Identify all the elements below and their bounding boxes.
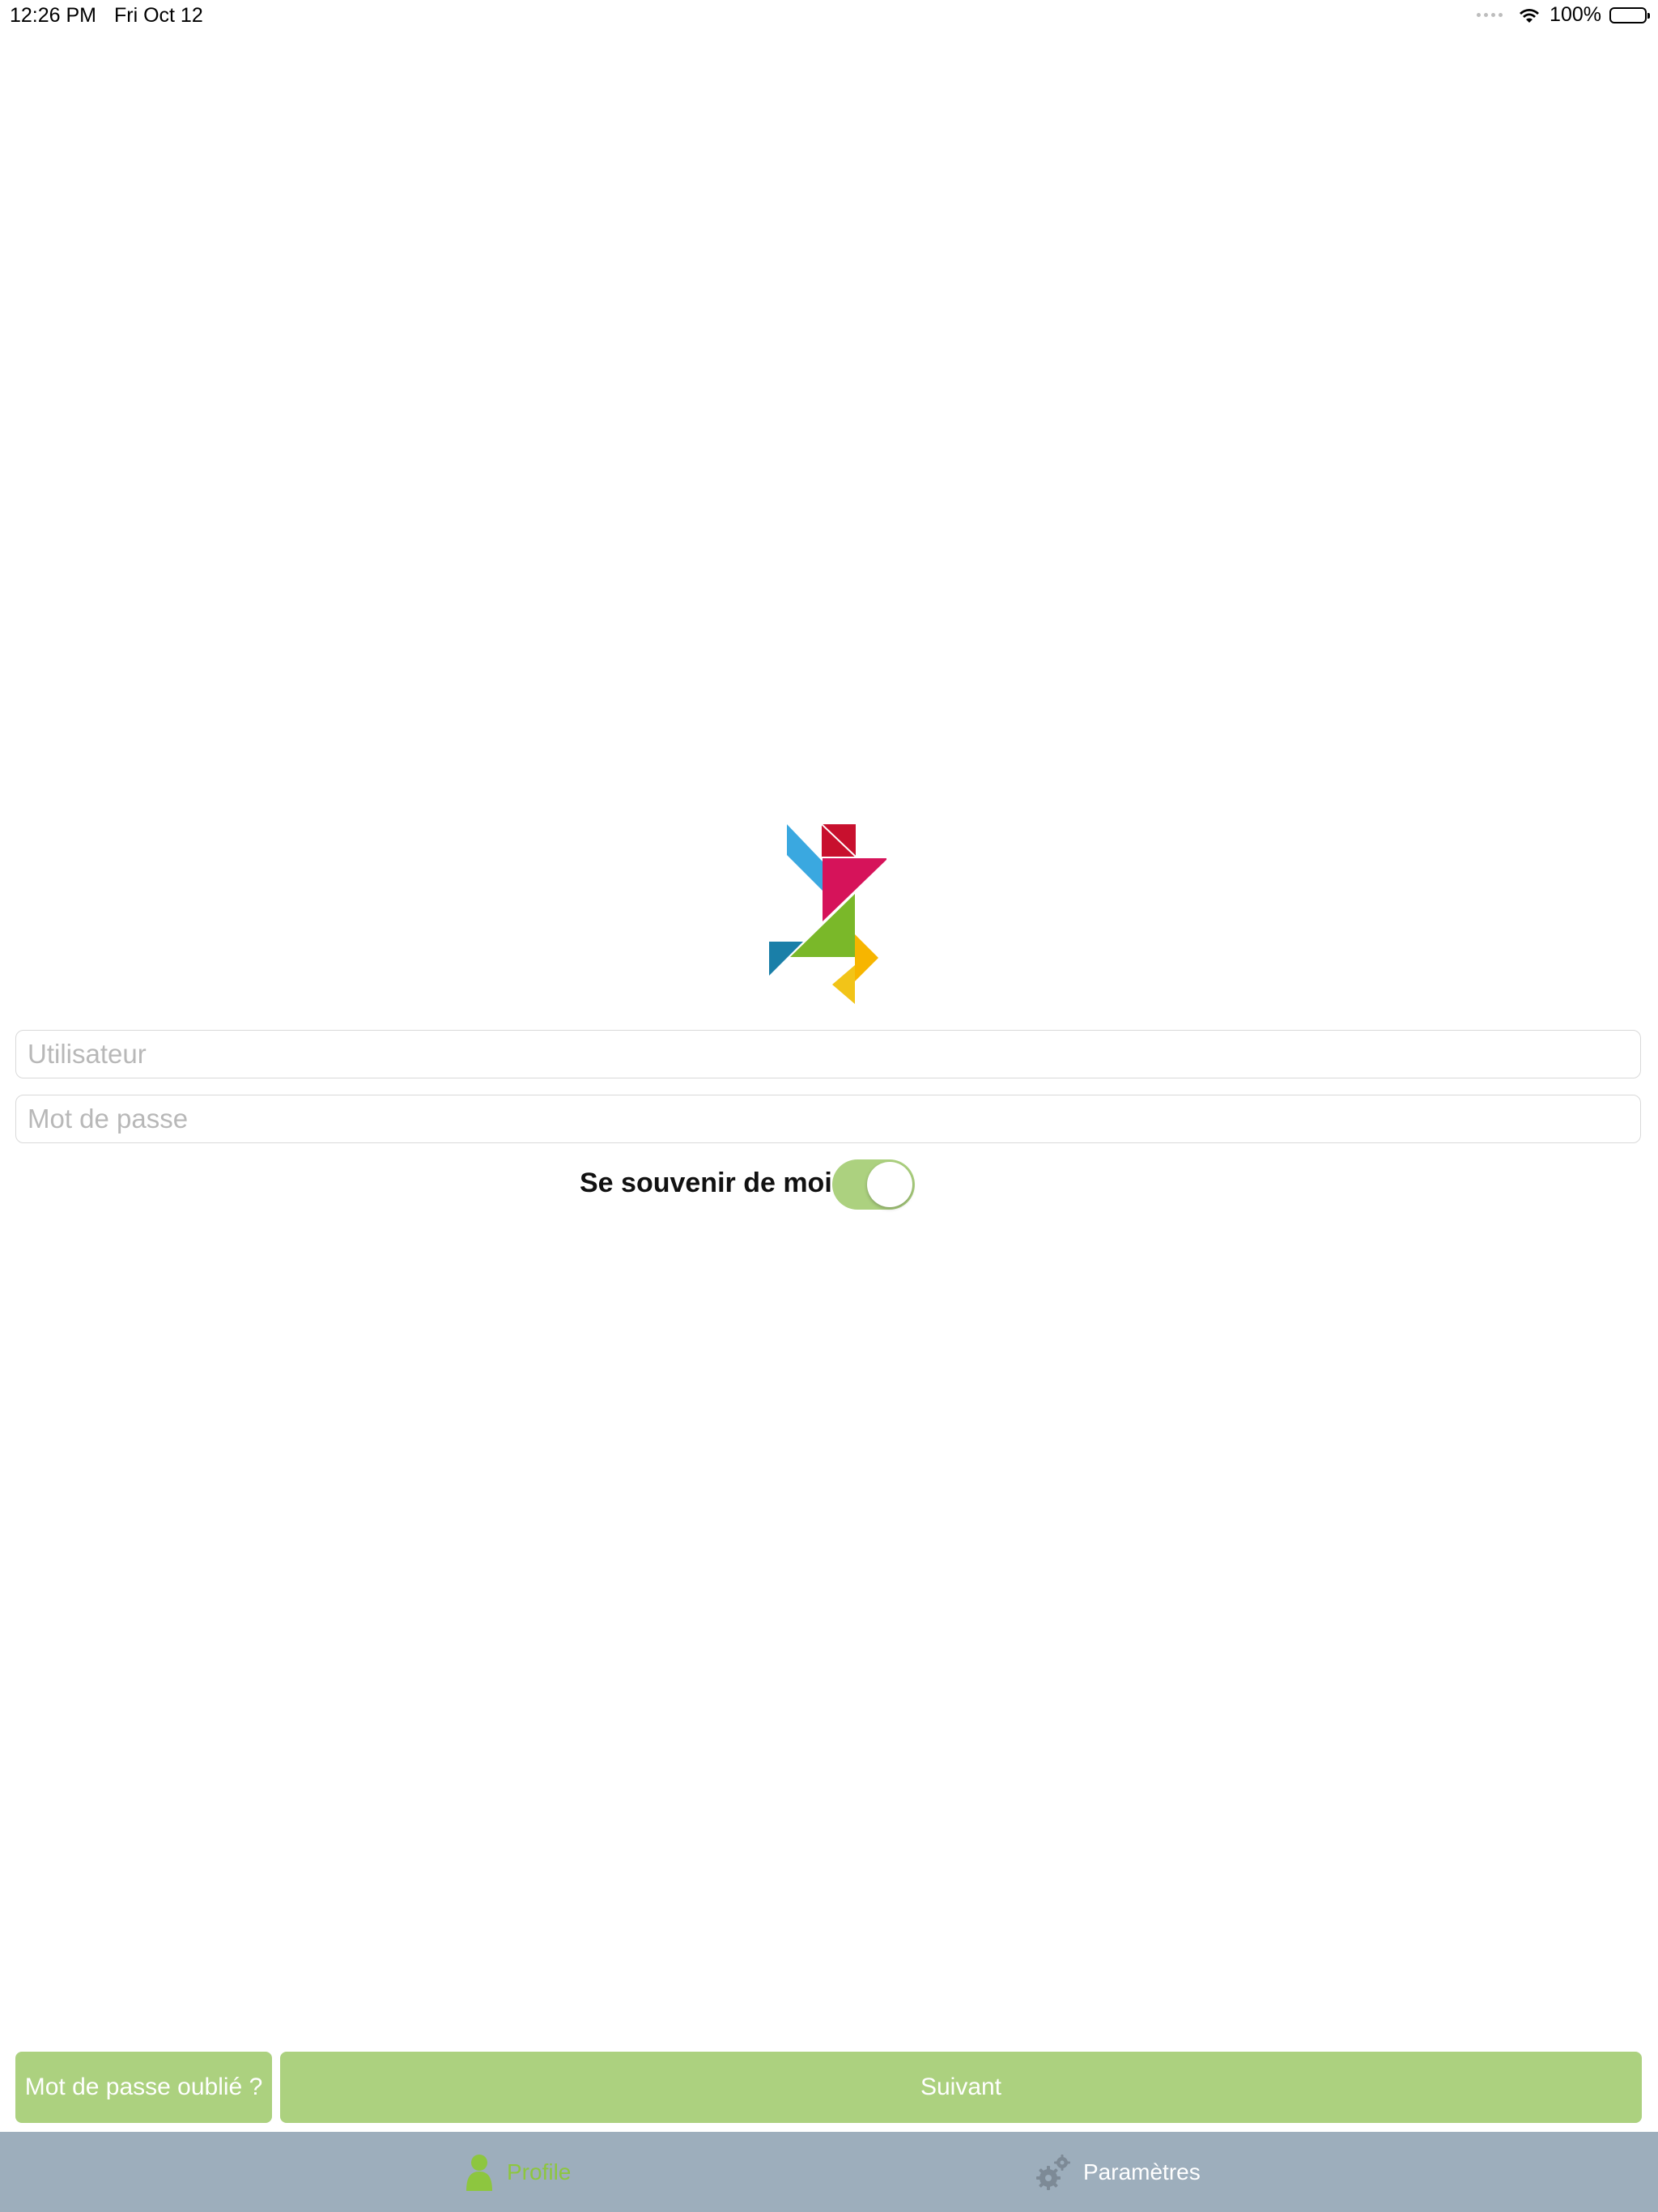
next-button[interactable]: Suivant <box>280 2052 1642 2123</box>
password-field[interactable] <box>15 1095 1641 1143</box>
tab-settings[interactable]: Paramètres <box>1035 2132 1201 2212</box>
status-indicators: 100% <box>1477 3 1650 27</box>
battery-icon <box>1609 6 1650 23</box>
tab-settings-label: Paramètres <box>1083 2159 1201 2184</box>
remember-me-toggle[interactable] <box>832 1159 915 1210</box>
login-screen: 12:26 PM Fri Oct 12 100% Utilisateur Se … <box>0 0 1658 2212</box>
tab-bar: Profile Paramètres <box>0 2132 1658 2212</box>
status-date: Fri Oct 12 <box>114 4 203 27</box>
toggle-knob <box>867 1162 912 1207</box>
remember-me-label: Se souvenir de moi <box>580 1168 832 1198</box>
tab-profile[interactable]: Profile <box>463 2132 571 2212</box>
wifi-icon <box>1520 8 1540 23</box>
tangram-logo <box>769 823 886 1004</box>
forgot-password-button[interactable]: Mot de passe oublié ? <box>15 2052 272 2123</box>
gears-icon <box>1036 2154 1070 2190</box>
battery-percent: 100% <box>1550 3 1601 26</box>
cellular-signal-icon <box>1477 13 1503 17</box>
status-time: 12:26 PM <box>10 4 97 27</box>
tab-profile-label: Profile <box>507 2159 572 2184</box>
status-bar: 12:26 PM Fri Oct 12 100% <box>0 0 1658 32</box>
username-field[interactable] <box>15 1030 1641 1078</box>
person-icon <box>466 2154 492 2191</box>
